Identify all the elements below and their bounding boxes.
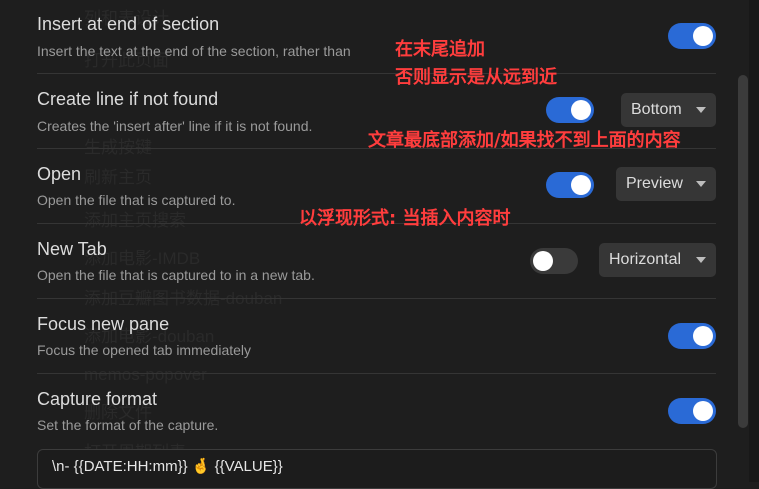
window-edge xyxy=(749,0,759,482)
new-tab-direction-dropdown[interactable]: Horizontal xyxy=(599,243,716,277)
insert-at-end-toggle[interactable] xyxy=(668,23,716,49)
toggle-knob xyxy=(693,326,713,346)
capture-format-toggle[interactable] xyxy=(668,398,716,424)
setting-name: Open xyxy=(37,164,82,184)
setting-description: Focus the opened tab immediately xyxy=(37,342,252,358)
toggle-knob xyxy=(571,100,591,120)
create-line-toggle[interactable] xyxy=(546,97,594,123)
dropdown-value: Bottom xyxy=(631,101,682,118)
focus-new-pane-toggle[interactable] xyxy=(668,323,716,349)
setting-description: Set the format of the capture. xyxy=(37,417,219,433)
setting-description: Insert the text at the end of the sectio… xyxy=(37,43,351,59)
open-toggle[interactable] xyxy=(546,172,594,198)
toggle-knob xyxy=(533,251,553,271)
annotation-text: 以浮现形式: 当插入内容时 xyxy=(299,208,511,229)
annotation-text: 文章最底部添加/如果找不到上面的内容 xyxy=(368,130,681,151)
setting-name: Create line if not found xyxy=(37,89,219,109)
chevron-down-icon xyxy=(696,181,706,187)
dropdown-value: Horizontal xyxy=(609,251,682,268)
dropdown-value: Preview xyxy=(626,175,683,192)
annotation-text: 否则显示是从远到近 xyxy=(395,67,557,88)
new-tab-toggle[interactable] xyxy=(530,248,578,274)
setting-description: Creates the 'insert after' line if it is… xyxy=(37,118,313,134)
chevron-down-icon xyxy=(696,107,706,113)
setting-name: Capture format xyxy=(37,389,158,409)
chevron-down-icon xyxy=(696,257,706,263)
setting-new-tab: New Tab Open the file that is captured t… xyxy=(37,225,716,300)
create-line-position-dropdown[interactable]: Bottom xyxy=(621,93,716,127)
setting-name: Insert at end of section xyxy=(37,14,220,34)
setting-name: New Tab xyxy=(37,239,107,259)
setting-focus-new-pane: Focus new pane Focus the opened tab imme… xyxy=(37,300,716,375)
open-mode-dropdown[interactable]: Preview xyxy=(616,167,716,201)
setting-capture-format: Capture format Set the format of the cap… xyxy=(37,375,716,450)
toggle-knob xyxy=(693,401,713,421)
setting-description: Open the file that is captured to. xyxy=(37,192,236,208)
toggle-knob xyxy=(693,26,713,46)
divider xyxy=(37,73,716,74)
setting-insert-at-end: Insert at end of section Insert the text… xyxy=(37,0,716,75)
setting-description: Open the file that is captured to in a n… xyxy=(37,267,315,283)
capture-format-input[interactable]: \n- {{DATE:HH:mm}} 🤞 {{VALUE}} xyxy=(37,449,717,489)
setting-name: Focus new pane xyxy=(37,314,170,334)
scrollbar-thumb[interactable] xyxy=(738,75,748,428)
toggle-knob xyxy=(571,175,591,195)
annotation-text: 在末尾追加 xyxy=(395,39,485,60)
divider xyxy=(37,298,716,299)
divider xyxy=(37,373,716,374)
